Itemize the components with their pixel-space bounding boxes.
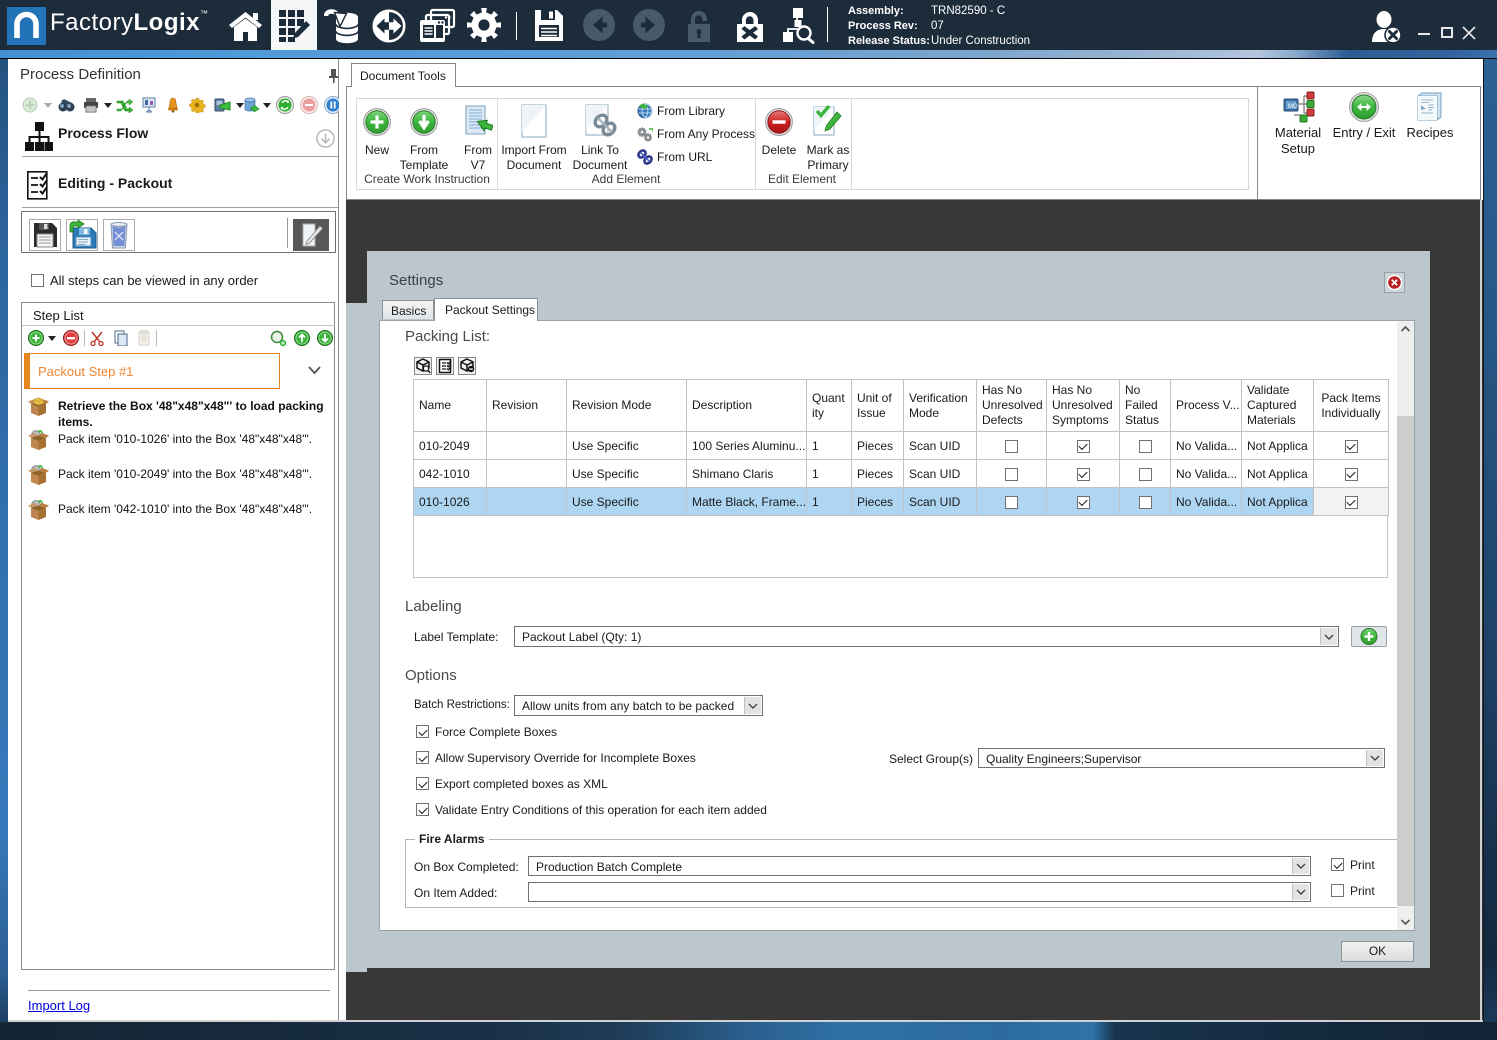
svg-text:MO: MO [1288,104,1298,110]
